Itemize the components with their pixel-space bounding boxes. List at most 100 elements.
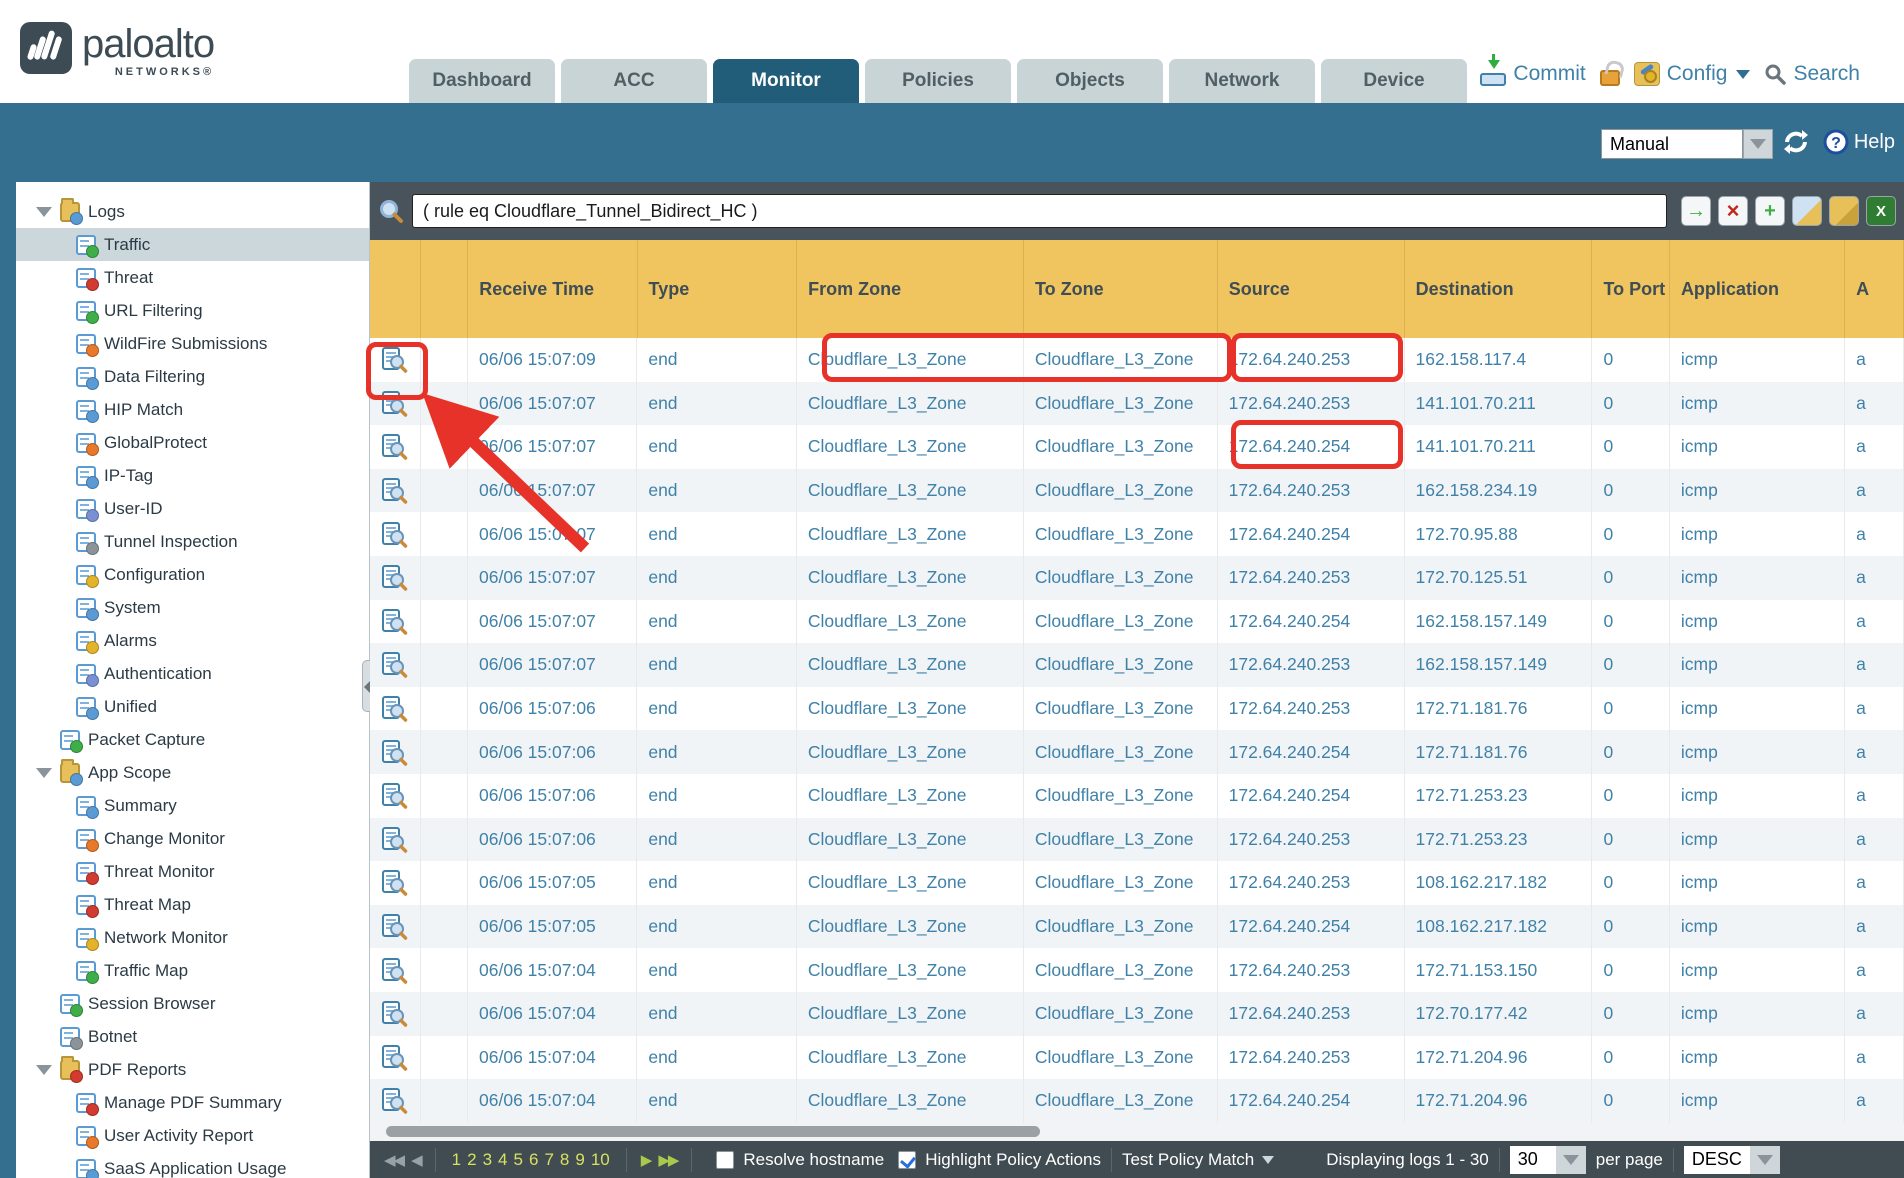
detailed-log-view-icon[interactable] bbox=[370, 469, 421, 513]
cell-to-port[interactable]: 0 bbox=[1592, 1079, 1669, 1123]
lock-button[interactable] bbox=[1600, 62, 1620, 86]
column-header-destination[interactable]: Destination bbox=[1405, 240, 1593, 338]
tab-policies[interactable]: Policies bbox=[865, 59, 1011, 103]
sidebar-item-session-browser[interactable]: Session Browser bbox=[16, 987, 369, 1020]
cell-destination[interactable]: 172.71.204.96 bbox=[1405, 1079, 1593, 1123]
cell-to-zone[interactable]: Cloudflare_L3_Zone bbox=[1024, 730, 1218, 774]
cell-to-port[interactable]: 0 bbox=[1592, 338, 1669, 382]
cell-application[interactable]: icmp bbox=[1670, 905, 1845, 949]
cell-time[interactable]: 06/06 15:07:06 bbox=[468, 818, 637, 862]
cell-from-zone[interactable]: Cloudflare_L3_Zone bbox=[797, 818, 1024, 862]
cell-to-zone[interactable]: Cloudflare_L3_Zone bbox=[1024, 861, 1218, 905]
sidebar-item-botnet[interactable]: Botnet bbox=[16, 1020, 369, 1053]
sidebar-item-network-monitor[interactable]: Network Monitor bbox=[16, 921, 369, 954]
sidebar-item-authentication[interactable]: Authentication bbox=[16, 657, 369, 690]
column-header-from-zone[interactable]: From Zone bbox=[797, 240, 1024, 338]
cell-source[interactable]: 172.64.240.253 bbox=[1218, 992, 1405, 1036]
cell-application[interactable]: icmp bbox=[1670, 1036, 1845, 1080]
cell-destination[interactable]: 172.71.253.23 bbox=[1405, 774, 1593, 818]
cell-source[interactable]: 172.64.240.253 bbox=[1218, 687, 1405, 731]
cell-type[interactable]: end bbox=[637, 818, 797, 862]
cell-to-zone[interactable]: Cloudflare_L3_Zone bbox=[1024, 600, 1218, 644]
cell-action[interactable]: a bbox=[1845, 425, 1904, 469]
cell-to-zone[interactable]: Cloudflare_L3_Zone bbox=[1024, 1036, 1218, 1080]
cell-to-zone[interactable]: Cloudflare_L3_Zone bbox=[1024, 469, 1218, 513]
sidebar-item-threat[interactable]: Threat bbox=[16, 261, 369, 294]
per-page-dropdown-button[interactable] bbox=[1556, 1146, 1586, 1174]
page-number-3[interactable]: 3 bbox=[483, 1150, 492, 1170]
prev-page-button[interactable]: ◀ bbox=[411, 1151, 421, 1169]
sort-order-dropdown-button[interactable] bbox=[1750, 1146, 1780, 1174]
cell-application[interactable]: icmp bbox=[1670, 469, 1845, 513]
tab-network[interactable]: Network bbox=[1169, 59, 1315, 103]
cell-from-zone[interactable]: Cloudflare_L3_Zone bbox=[797, 687, 1024, 731]
detailed-log-view-icon[interactable] bbox=[370, 861, 421, 905]
cell-source[interactable]: 172.64.240.254 bbox=[1218, 600, 1405, 644]
cell-from-zone[interactable]: Cloudflare_L3_Zone bbox=[797, 1079, 1024, 1123]
cell-type[interactable]: end bbox=[637, 382, 797, 426]
cell-to-port[interactable]: 0 bbox=[1592, 687, 1669, 731]
cell-action[interactable]: a bbox=[1845, 948, 1904, 992]
cell-from-zone[interactable]: Cloudflare_L3_Zone bbox=[797, 556, 1024, 600]
cell-type[interactable]: end bbox=[637, 556, 797, 600]
cell-source[interactable]: 172.64.240.253 bbox=[1218, 556, 1405, 600]
cell-application[interactable]: icmp bbox=[1670, 556, 1845, 600]
sidebar-item-app-scope[interactable]: App Scope bbox=[16, 756, 369, 789]
config-menu-button[interactable]: Config bbox=[1634, 62, 1751, 86]
sidebar-item-user-id[interactable]: User-ID bbox=[16, 492, 369, 525]
column-header-a[interactable]: A bbox=[1845, 240, 1904, 338]
cell-time[interactable]: 06/06 15:07:04 bbox=[468, 948, 637, 992]
cell-application[interactable]: icmp bbox=[1670, 774, 1845, 818]
sidebar-item-packet-capture[interactable]: Packet Capture bbox=[16, 723, 369, 756]
cell-to-zone[interactable]: Cloudflare_L3_Zone bbox=[1024, 338, 1218, 382]
cell-action[interactable]: a bbox=[1845, 512, 1904, 556]
cell-destination[interactable]: 172.70.125.51 bbox=[1405, 556, 1593, 600]
cell-application[interactable]: icmp bbox=[1670, 992, 1845, 1036]
cell-time[interactable]: 06/06 15:07:07 bbox=[468, 556, 637, 600]
cell-to-zone[interactable]: Cloudflare_L3_Zone bbox=[1024, 948, 1218, 992]
cell-source[interactable]: 172.64.240.254 bbox=[1218, 774, 1405, 818]
page-number-7[interactable]: 7 bbox=[544, 1150, 553, 1170]
cell-type[interactable]: end bbox=[637, 1036, 797, 1080]
sort-order-select[interactable]: DESC bbox=[1684, 1146, 1780, 1174]
cell-source[interactable]: 172.64.240.254 bbox=[1218, 512, 1405, 556]
cell-to-port[interactable]: 0 bbox=[1592, 556, 1669, 600]
cell-type[interactable]: end bbox=[637, 861, 797, 905]
cell-to-port[interactable]: 0 bbox=[1592, 600, 1669, 644]
cell-type[interactable]: end bbox=[637, 948, 797, 992]
sidebar-item-globalprotect[interactable]: GlobalProtect bbox=[16, 426, 369, 459]
column-header-to-zone[interactable]: To Zone bbox=[1024, 240, 1218, 338]
cell-type[interactable]: end bbox=[637, 600, 797, 644]
cell-to-zone[interactable]: Cloudflare_L3_Zone bbox=[1024, 425, 1218, 469]
cell-action[interactable]: a bbox=[1845, 687, 1904, 731]
cell-from-zone[interactable]: Cloudflare_L3_Zone bbox=[797, 948, 1024, 992]
cell-source[interactable]: 172.64.240.253 bbox=[1218, 948, 1405, 992]
page-number-1[interactable]: 1 bbox=[452, 1150, 461, 1170]
cell-to-port[interactable]: 0 bbox=[1592, 905, 1669, 949]
cell-time[interactable]: 06/06 15:07:07 bbox=[468, 469, 637, 513]
cell-source[interactable]: 172.64.240.253 bbox=[1218, 338, 1405, 382]
test-policy-match-button[interactable]: Test Policy Match bbox=[1122, 1150, 1274, 1170]
detailed-log-view-icon[interactable] bbox=[370, 948, 421, 992]
cell-type[interactable]: end bbox=[637, 687, 797, 731]
cell-action[interactable]: a bbox=[1845, 730, 1904, 774]
cell-time[interactable]: 06/06 15:07:09 bbox=[468, 338, 637, 382]
cell-source[interactable]: 172.64.240.254 bbox=[1218, 425, 1405, 469]
detailed-log-view-icon[interactable] bbox=[370, 774, 421, 818]
sidebar-item-system[interactable]: System bbox=[16, 591, 369, 624]
tab-dashboard[interactable]: Dashboard bbox=[409, 59, 555, 103]
page-number-5[interactable]: 5 bbox=[514, 1150, 523, 1170]
cell-to-port[interactable]: 0 bbox=[1592, 512, 1669, 556]
cell-action[interactable]: a bbox=[1845, 1079, 1904, 1123]
cell-destination[interactable]: 162.158.157.149 bbox=[1405, 600, 1593, 644]
cell-to-port[interactable]: 0 bbox=[1592, 818, 1669, 862]
cell-application[interactable]: icmp bbox=[1670, 643, 1845, 687]
cell-from-zone[interactable]: Cloudflare_L3_Zone bbox=[797, 643, 1024, 687]
cell-time[interactable]: 06/06 15:07:06 bbox=[468, 730, 637, 774]
cell-destination[interactable]: 141.101.70.211 bbox=[1405, 425, 1593, 469]
page-number-2[interactable]: 2 bbox=[467, 1150, 476, 1170]
cell-source[interactable]: 172.64.240.254 bbox=[1218, 730, 1405, 774]
cell-to-port[interactable]: 0 bbox=[1592, 382, 1669, 426]
last-page-button[interactable]: ▶▶ bbox=[658, 1151, 677, 1169]
add-filter-button[interactable]: + bbox=[1755, 196, 1785, 226]
